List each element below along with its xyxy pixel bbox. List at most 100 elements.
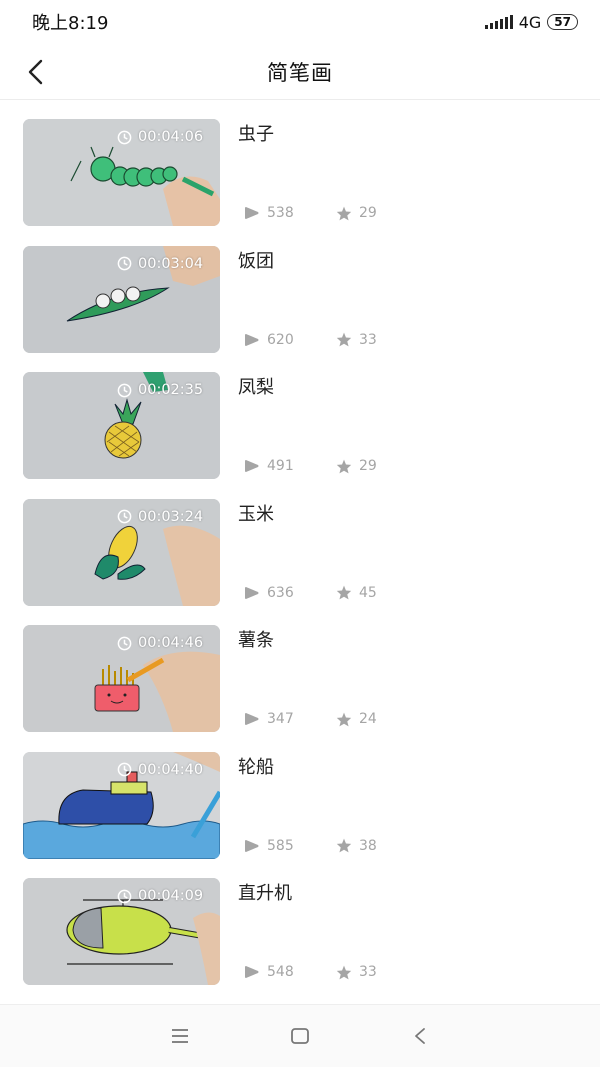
- play-count: 585: [244, 838, 336, 854]
- duration-badge: 00:04:06: [117, 129, 203, 145]
- duration-text: 00:04:46: [138, 635, 204, 651]
- play-icon: [245, 207, 259, 219]
- video-thumbnail[interactable]: 00:04:40: [23, 751, 220, 859]
- star-icon: [336, 965, 352, 979]
- video-stats: 636 45: [244, 585, 377, 601]
- duration-badge: 00:03:24: [117, 509, 203, 525]
- favorite-count: 33: [336, 332, 377, 348]
- play-count: 636: [244, 585, 336, 601]
- favorite-count: 45: [336, 585, 377, 601]
- video-item[interactable]: 00:04:09 直升机 548 33: [0, 877, 600, 1004]
- back-triangle-icon: [415, 1028, 425, 1044]
- clock-icon: [117, 256, 132, 271]
- home-button[interactable]: [280, 1016, 320, 1056]
- home-square-icon: [291, 1028, 309, 1044]
- video-title[interactable]: 直升机: [238, 879, 292, 905]
- play-count: 548: [244, 964, 336, 980]
- page-title: 简笔画: [267, 60, 333, 85]
- video-item[interactable]: 00:04:06 虫子 538 29: [0, 118, 600, 245]
- play-count-value: 620: [267, 331, 294, 348]
- system-back-button[interactable]: [400, 1016, 440, 1056]
- video-stats: 620 33: [244, 332, 377, 348]
- network-type: 4G: [518, 12, 542, 32]
- play-icon: [245, 713, 259, 725]
- duration-badge: 00:04:46: [117, 635, 203, 651]
- star-icon: [336, 585, 352, 600]
- favorite-count: 24: [336, 711, 377, 727]
- video-title[interactable]: 薯条: [238, 626, 274, 652]
- clock-icon: [117, 636, 132, 650]
- video-thumbnail[interactable]: 00:04:46: [23, 625, 220, 732]
- favorite-count: 29: [336, 458, 377, 474]
- play-icon: [245, 586, 259, 599]
- video-item[interactable]: 00:03:04 饭团 620 33: [0, 245, 600, 372]
- clock-icon: [117, 509, 132, 524]
- play-icon: [245, 333, 259, 346]
- play-icon: [245, 966, 259, 978]
- duration-text: 00:03:04: [138, 255, 204, 272]
- menu-button[interactable]: [160, 1016, 200, 1056]
- star-icon: [336, 838, 352, 853]
- video-stats: 538 29: [244, 205, 377, 221]
- star-icon: [336, 332, 352, 347]
- video-thumbnail[interactable]: 00:04:09: [23, 878, 220, 985]
- video-title[interactable]: 虫子: [238, 120, 274, 146]
- duration-text: 00:03:24: [138, 508, 204, 525]
- chevron-left-icon: [28, 59, 43, 85]
- clock-icon: [117, 130, 132, 144]
- video-item[interactable]: 00:04:40 轮船 585 38: [0, 751, 600, 878]
- video-title[interactable]: 玉米: [238, 500, 274, 526]
- video-title[interactable]: 轮船: [238, 753, 274, 779]
- play-count: 491: [244, 458, 336, 474]
- video-item[interactable]: 00:02:35 凤梨 491 29: [0, 371, 600, 498]
- duration-badge: 00:04:40: [117, 762, 203, 778]
- duration-text: 00:02:35: [138, 382, 204, 398]
- video-thumbnail[interactable]: 00:03:04: [23, 245, 220, 353]
- favorite-count-value: 45: [359, 584, 377, 601]
- duration-text: 00:04:06: [138, 129, 204, 145]
- play-count: 538: [244, 205, 336, 221]
- duration-text: 00:04:09: [138, 888, 204, 904]
- video-item[interactable]: 00:03:24 玉米 636 45: [0, 498, 600, 625]
- favorite-count-value: 33: [359, 331, 377, 348]
- clock-icon: [117, 762, 132, 777]
- clock-icon: [117, 383, 132, 397]
- video-thumbnail[interactable]: 00:03:24: [23, 498, 220, 606]
- duration-badge: 00:02:35: [117, 382, 203, 398]
- video-title[interactable]: 凤梨: [238, 373, 274, 399]
- play-count-value: 585: [267, 837, 294, 854]
- nav-bar: 简笔画: [0, 44, 600, 100]
- video-stats: 347 24: [244, 711, 377, 727]
- favorite-count-value: 29: [359, 458, 377, 474]
- favorite-count: 33: [336, 964, 377, 980]
- status-indicators: 4G 57: [484, 12, 578, 32]
- duration-text: 00:04:40: [138, 761, 204, 778]
- star-icon: [336, 459, 352, 473]
- video-item[interactable]: 00:04:46 薯条 347 24: [0, 624, 600, 751]
- status-time: 晚上8:19: [32, 13, 109, 34]
- duration-badge: 00:03:04: [117, 256, 203, 272]
- favorite-count-value: 24: [359, 711, 377, 727]
- video-title[interactable]: 饭团: [238, 247, 274, 273]
- play-icon: [245, 460, 259, 472]
- play-count: 347: [244, 711, 336, 727]
- video-thumbnail[interactable]: 00:04:06: [23, 119, 220, 226]
- video-thumbnail[interactable]: 00:02:35: [23, 372, 220, 479]
- star-icon: [336, 206, 352, 220]
- duration-badge: 00:04:09: [117, 888, 203, 904]
- video-stats: 548 33: [244, 964, 377, 980]
- favorite-count-value: 29: [359, 205, 377, 221]
- battery-icon: 57: [547, 14, 578, 30]
- favorite-count: 29: [336, 205, 377, 221]
- system-nav-bar: [0, 1004, 600, 1067]
- play-count-value: 491: [267, 458, 294, 474]
- play-count-value: 538: [267, 205, 294, 221]
- menu-icon: [172, 1029, 188, 1043]
- video-stats: 585 38: [244, 838, 377, 854]
- clock-icon: [117, 889, 132, 903]
- video-list: 00:04:06 虫子 538 29 00:03:04 饭团 620 33 00…: [0, 118, 600, 1004]
- status-bar: 晚上8:19 4G 57: [0, 0, 600, 44]
- back-button[interactable]: [18, 54, 54, 90]
- play-count-value: 636: [267, 584, 294, 601]
- play-count-value: 548: [267, 964, 294, 980]
